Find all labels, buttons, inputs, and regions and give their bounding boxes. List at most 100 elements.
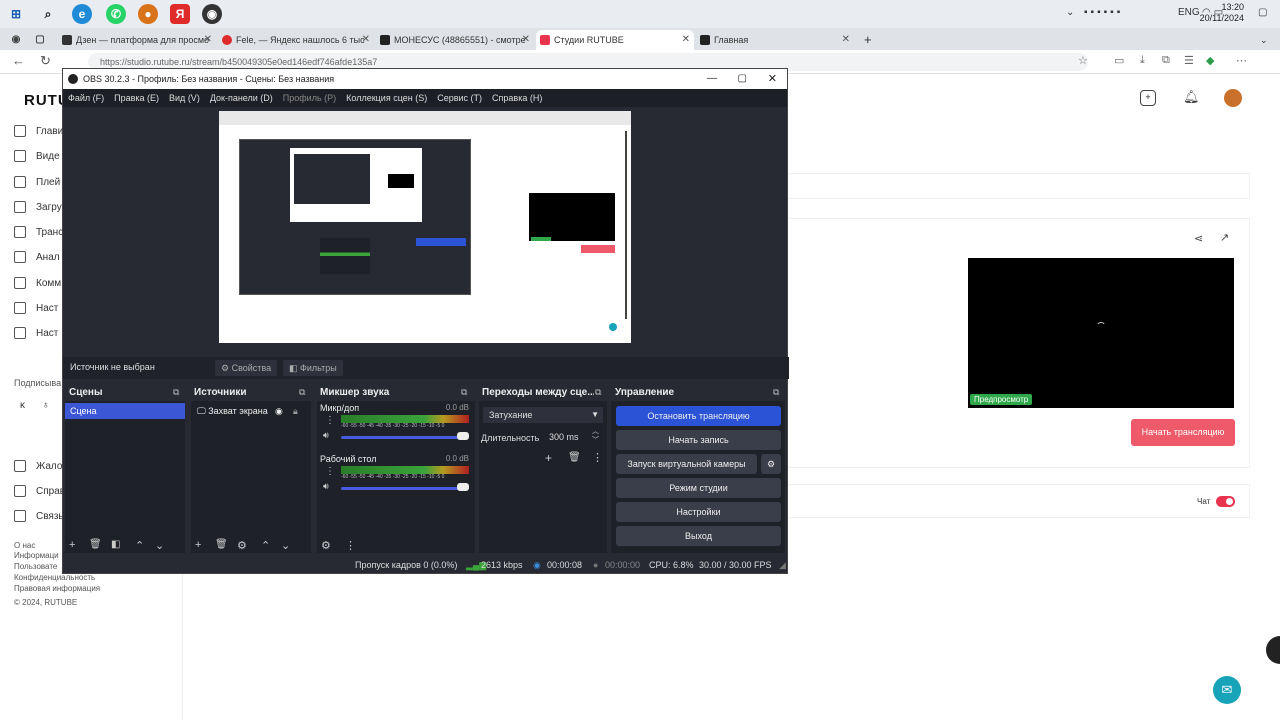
avatar[interactable] xyxy=(1224,89,1242,107)
move-up-icon[interactable]: ⌃ xyxy=(261,539,270,552)
virtual-camera-settings-gear-icon[interactable]: ⚙ xyxy=(761,454,781,474)
sidebar-item-contact[interactable]: Связь xyxy=(14,510,64,522)
menu-file[interactable]: Файл (F) xyxy=(63,89,109,107)
sidebar-item-videos[interactable]: Виде xyxy=(14,150,60,162)
lock-icon[interactable]: 🔒︎ xyxy=(293,403,298,419)
menu-icon[interactable]: ☰ xyxy=(1184,54,1194,67)
channel-menu-icon[interactable]: ⋮ xyxy=(325,415,335,426)
whatsapp-icon[interactable]: ✆ xyxy=(106,4,126,24)
tab-actions-icon[interactable]: ▢ xyxy=(30,29,50,49)
extension-icon[interactable]: ◆ xyxy=(1206,54,1214,67)
duration-spinbox[interactable]: 300 ms ︿ ﹀ xyxy=(545,428,603,445)
obs-titlebar[interactable]: OBS 30.2.3 - Профиль: Без названия - Сце… xyxy=(63,69,787,89)
sidebar-item-upload[interactable]: Загру xyxy=(14,201,62,213)
browser-tab[interactable]: МОНЕСУС (48865551) - смотре ✕ xyxy=(376,30,534,50)
close-tab-icon[interactable]: ✕ xyxy=(362,30,370,50)
sidebar-item-comments[interactable]: Комм xyxy=(14,277,61,289)
add-video-icon[interactable]: + xyxy=(1140,90,1156,106)
volume-slider[interactable] xyxy=(341,436,463,439)
edge-icon[interactable]: e xyxy=(72,4,92,24)
vk-icon[interactable]: ᴋ xyxy=(20,400,25,411)
start-stream-button[interactable]: Начать трансляцию xyxy=(1131,419,1235,446)
start-recording-button[interactable]: Начать запись xyxy=(616,430,781,450)
dock-undock-icon[interactable]: ⧉ xyxy=(461,387,467,398)
add-source-icon[interactable]: + xyxy=(195,539,201,551)
settings-button[interactable]: Настройки xyxy=(616,502,781,522)
menu-scene-collection[interactable]: Коллекция сцен (S) xyxy=(341,89,432,107)
sidebar-item-playlists[interactable]: Плей xyxy=(14,176,60,188)
filters-button[interactable]: ◧ Фильтры xyxy=(283,360,343,376)
obs-preview-canvas[interactable] xyxy=(219,111,631,343)
stop-streaming-button[interactable]: Остановить трансляцию xyxy=(616,406,781,426)
sidebar-item-more[interactable]: Наст xyxy=(14,327,58,339)
windows-start-icon[interactable]: ⊞ xyxy=(6,4,26,24)
volume-slider-handle[interactable] xyxy=(457,432,469,440)
side-panel-handle[interactable] xyxy=(1266,636,1280,664)
menu-help[interactable]: Справка (H) xyxy=(487,89,547,107)
sidebar-item-report[interactable]: Жало xyxy=(14,460,62,472)
tab-list-chevron-icon[interactable]: ⌄ xyxy=(1256,30,1276,50)
bell-icon[interactable]: 🔔︎ xyxy=(1183,89,1200,105)
sidebar-item-home[interactable]: Глави xyxy=(14,125,63,137)
close-tab-icon[interactable]: ✕ xyxy=(522,30,530,50)
tray-icons[interactable]: ▪▪▪▪▪▪ xyxy=(1084,7,1144,18)
sidebar-item-analytics[interactable]: Анал xyxy=(14,251,60,263)
close-icon[interactable]: ✕ xyxy=(768,69,777,89)
volume-slider[interactable] xyxy=(341,487,463,490)
lang-indicator[interactable]: ENG xyxy=(1178,7,1200,18)
obs-taskbar-icon[interactable]: ◉ xyxy=(202,4,222,24)
audio-settings-gear-icon[interactable]: ⚙ xyxy=(321,539,331,552)
transition-menu-icon[interactable]: ⋮ xyxy=(592,451,603,464)
downloads-icon[interactable]: ⤓ xyxy=(1140,54,1145,67)
tray-chevron-icon[interactable]: ⌄ xyxy=(1066,7,1074,18)
speaker-icon[interactable]: 🔊︎ xyxy=(323,481,329,492)
open-external-icon[interactable]: ↗ xyxy=(1220,231,1229,244)
visibility-eye-icon[interactable]: ◉ xyxy=(275,403,283,419)
source-properties-gear-icon[interactable]: ⚙ xyxy=(237,539,247,552)
search-icon[interactable]: ⌕ xyxy=(38,4,58,24)
minimize-icon[interactable]: — xyxy=(707,69,717,89)
extensions-icon[interactable]: ⧉ xyxy=(1162,54,1170,67)
ok-icon[interactable]: ♁ xyxy=(42,400,50,411)
clock[interactable]: 13:20 20/11/2024 xyxy=(1200,2,1244,24)
dock-undock-icon[interactable]: ⧉ xyxy=(595,387,601,398)
scene-filters-icon[interactable]: ◧ xyxy=(111,539,120,550)
channel-menu-icon[interactable]: ⋮ xyxy=(325,466,335,477)
menu-view[interactable]: Вид (V) xyxy=(164,89,205,107)
move-down-icon[interactable]: ⌄ xyxy=(155,539,164,552)
virtual-camera-button[interactable]: Запуск виртуальной камеры xyxy=(616,454,757,474)
browser-tab[interactable]: Главная ✕ xyxy=(696,30,854,50)
browser-tab-active[interactable]: Студии RUTUBE ✕ xyxy=(536,30,694,50)
remove-source-icon[interactable]: 🗑︎ xyxy=(215,539,228,550)
exit-button[interactable]: Выход xyxy=(616,526,781,546)
support-chat-icon[interactable]: ✉ xyxy=(1213,676,1241,704)
footer-link[interactable]: Пользовате xyxy=(14,562,57,571)
speaker-icon[interactable]: 🔊︎ xyxy=(323,430,329,441)
sidebar-item-streams[interactable]: Транс xyxy=(14,226,63,238)
collections-icon[interactable]: ▭ xyxy=(1114,54,1124,67)
menu-tools[interactable]: Сервис (T) xyxy=(432,89,487,107)
menu-edit[interactable]: Правка (E) xyxy=(109,89,164,107)
close-tab-icon[interactable]: ✕ xyxy=(204,30,212,50)
reload-icon[interactable]: ↻ xyxy=(40,53,51,69)
maximize-icon[interactable]: ▢ xyxy=(738,69,747,89)
studio-mode-button[interactable]: Режим студии xyxy=(616,478,781,498)
stream-preview-player[interactable]: Предпросмотр xyxy=(968,258,1234,408)
more-icon[interactable]: ⋯ xyxy=(1236,54,1247,67)
close-tab-icon[interactable]: ✕ xyxy=(842,30,850,50)
add-transition-icon[interactable]: + xyxy=(545,451,552,465)
move-up-icon[interactable]: ⌃ xyxy=(135,539,144,552)
resize-grip-icon[interactable]: ◢ xyxy=(779,557,786,573)
sidebar-item-help[interactable]: Справ xyxy=(14,485,65,497)
dock-undock-icon[interactable]: ⧉ xyxy=(299,387,305,398)
properties-button[interactable]: ⚙ Свойства xyxy=(215,360,278,376)
browser-tab[interactable]: Дзен — платформа для просмо ✕ xyxy=(58,30,216,50)
profile-icon[interactable]: ◉ xyxy=(6,29,26,49)
source-item[interactable]: 🖵︎ Захват экрана ◉ 🔒︎ xyxy=(191,403,311,419)
share-icon[interactable]: ⋖ xyxy=(1194,232,1203,245)
transition-select[interactable]: Затухание ▼ xyxy=(483,407,603,423)
volume-slider-handle[interactable] xyxy=(457,483,469,491)
dock-undock-icon[interactable]: ⧉ xyxy=(173,387,179,398)
mixer-menu-icon[interactable]: ⋮ xyxy=(345,539,356,552)
menu-profile[interactable]: Профиль (P) xyxy=(278,89,341,107)
